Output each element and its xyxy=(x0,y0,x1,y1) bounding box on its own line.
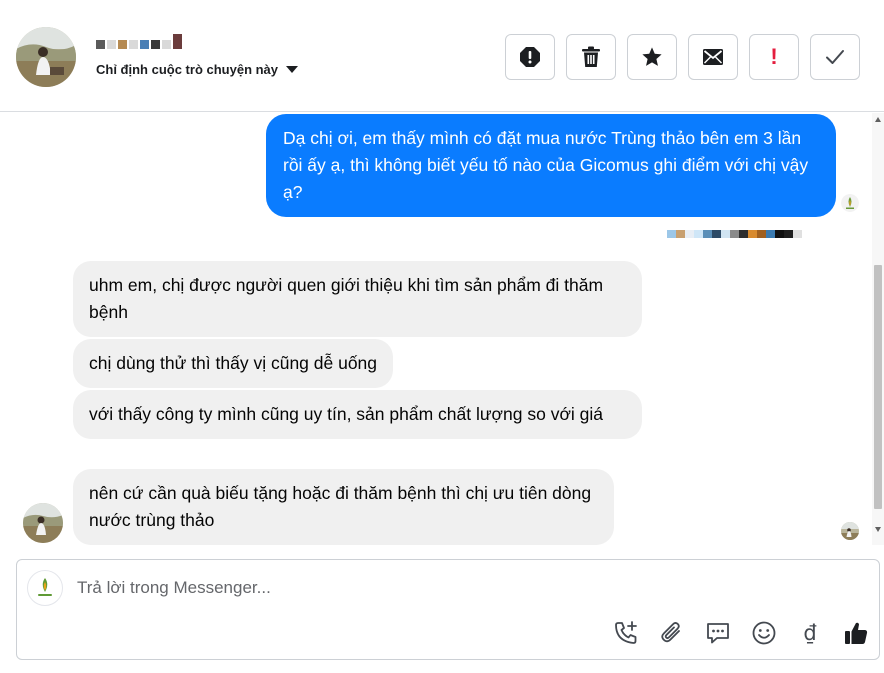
reply-input[interactable] xyxy=(77,578,677,598)
emoji-button[interactable] xyxy=(751,620,777,646)
sender-pixel-block xyxy=(667,230,676,238)
name-pixel-block xyxy=(96,40,105,49)
incoming-message[interactable]: nên cứ cần quà biếu tặng hoặc đi thăm bệ… xyxy=(73,469,614,545)
incoming-message[interactable]: uhm em, chị được người quen giới thiệu k… xyxy=(73,261,642,337)
saved-replies-icon xyxy=(707,623,729,644)
contact-avatar-small[interactable] xyxy=(23,503,63,543)
outgoing-message[interactable]: Dạ chị ơi, em thấy mình có đặt mua nước … xyxy=(266,114,836,217)
sender-pixel-block xyxy=(775,230,784,238)
sender-pixel-block xyxy=(685,230,694,238)
sender-pixel-block xyxy=(694,230,703,238)
like-button[interactable] xyxy=(843,620,869,646)
sender-pixel-block xyxy=(721,230,730,238)
alert-circle-icon xyxy=(520,47,540,67)
dong-currency-icon: ₫ xyxy=(803,621,817,645)
delete-button[interactable] xyxy=(566,34,616,80)
star-icon xyxy=(642,47,662,66)
emoji-icon xyxy=(752,621,776,645)
page-logo-avatar xyxy=(27,570,63,606)
conversation-header: Chỉ định cuộc trò chuyện này ! xyxy=(0,0,884,112)
payment-button[interactable]: ₫ xyxy=(797,620,823,646)
incoming-message[interactable]: chị dùng thử thì thấy vị cũng dễ uống xyxy=(73,339,394,388)
reply-composer: ₫ xyxy=(16,559,880,660)
spam-button[interactable]: ! xyxy=(749,34,799,80)
mark-done-button[interactable] xyxy=(810,34,860,80)
sender-pixel-block xyxy=(676,230,685,238)
name-pixel-block xyxy=(140,40,149,49)
name-pixel-block xyxy=(107,40,116,49)
name-pixel-block xyxy=(151,40,160,49)
call-plus-icon xyxy=(615,621,637,644)
check-icon xyxy=(826,50,844,64)
sender-pixel-block xyxy=(766,230,775,238)
incoming-message[interactable]: với thấy công ty mình cũng uy tín, sản p… xyxy=(73,390,642,439)
sender-pixel-block xyxy=(784,230,793,238)
scrollbar-thumb[interactable] xyxy=(874,265,882,509)
message-thread[interactable]: Dạ chị ơi, em thấy mình có đặt mua nước … xyxy=(0,113,884,545)
messenger-conversation-window: Chỉ định cuộc trò chuyện này ! Dạ chị ơi… xyxy=(0,0,884,673)
assign-conversation-dropdown[interactable]: Chỉ định cuộc trò chuyện này xyxy=(96,62,299,77)
page-read-receipt-avatar xyxy=(841,194,859,212)
trash-icon xyxy=(582,46,600,67)
composer-toolbar: ₫ xyxy=(613,620,869,646)
sender-pixel-block xyxy=(793,230,802,238)
thread-scrollbar[interactable] xyxy=(872,113,884,545)
assign-label: Chỉ định cuộc trò chuyện này xyxy=(96,62,279,77)
contact-name-redacted xyxy=(96,34,182,49)
sender-pixel-block xyxy=(712,230,721,238)
envelope-icon xyxy=(703,49,723,65)
attach-button[interactable] xyxy=(659,620,685,646)
name-pixel-block xyxy=(129,40,138,49)
sender-pixel-block xyxy=(748,230,757,238)
sender-pixel-block xyxy=(757,230,766,238)
exclamation-icon: ! xyxy=(770,44,778,69)
sender-pixel-block xyxy=(703,230,712,238)
contact-avatar[interactable] xyxy=(16,27,76,87)
sender-name-redacted xyxy=(667,230,802,238)
alert-button[interactable] xyxy=(505,34,555,80)
name-pixel-block xyxy=(162,40,171,49)
contact-read-receipt-avatar xyxy=(841,522,859,540)
thumbs-up-icon xyxy=(845,622,868,644)
saved-replies-button[interactable] xyxy=(705,620,731,646)
sender-pixel-block xyxy=(739,230,748,238)
mark-unread-button[interactable] xyxy=(688,34,738,80)
scroll-down-arrow-icon[interactable] xyxy=(875,527,881,532)
name-pixel-block xyxy=(118,40,127,49)
star-button[interactable] xyxy=(627,34,677,80)
conversation-actions-toolbar: ! xyxy=(505,34,860,80)
scroll-up-arrow-icon[interactable] xyxy=(875,117,881,122)
paperclip-icon xyxy=(661,622,680,643)
name-pixel-block xyxy=(173,34,182,49)
sender-pixel-block xyxy=(730,230,739,238)
call-button[interactable] xyxy=(613,620,639,646)
caret-down-icon xyxy=(286,66,299,73)
